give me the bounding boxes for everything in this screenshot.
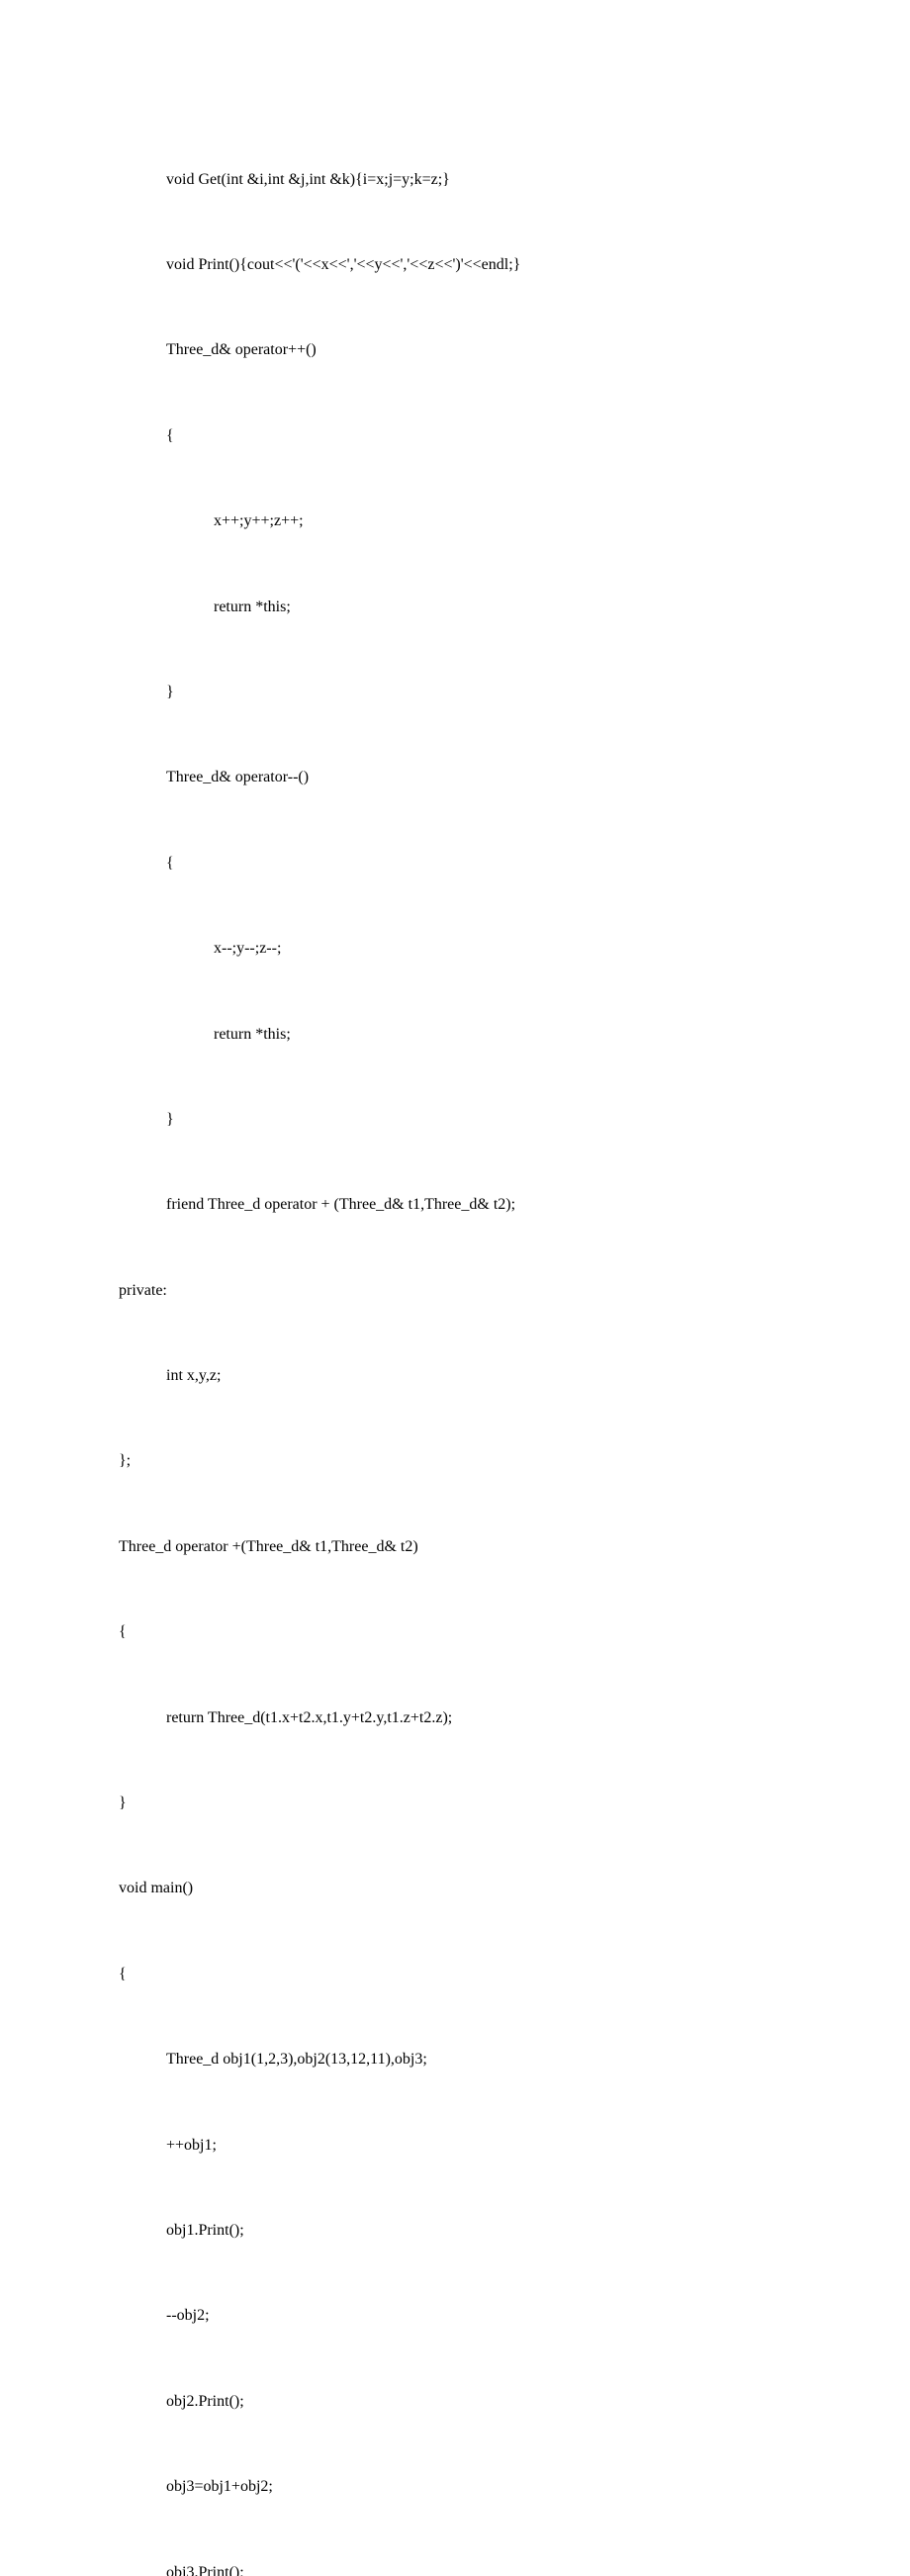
code-line: obj3=obj1+obj2;	[119, 2473, 791, 2502]
code-line: {	[119, 850, 791, 878]
code-line: Three_d& operator--()	[119, 764, 791, 792]
code-line: x--;y--;z--;	[119, 935, 791, 964]
code-line: return Three_d(t1.x+t2.x,t1.y+t2.y,t1.z+…	[119, 1704, 791, 1733]
code-line: ++obj1;	[119, 2132, 791, 2161]
code-line: }	[119, 1106, 791, 1135]
document-page: void Get(int &i,int &j,int &k){i=x;j=y;k…	[0, 0, 910, 2576]
code-line: Three_d obj1(1,2,3),obj2(13,12,11),obj3;	[119, 2046, 791, 2074]
code-line: }	[119, 1790, 791, 1818]
code-line: friend Three_d operator + (Three_d& t1,T…	[119, 1191, 791, 1220]
code-line: obj1.Print();	[119, 2217, 791, 2246]
code-line: void Get(int &i,int &j,int &k){i=x;j=y;k…	[119, 166, 791, 195]
code-line: return *this;	[119, 594, 791, 622]
code-line: return *this;	[119, 1021, 791, 1050]
code-line: int x,y,z;	[119, 1362, 791, 1391]
code-line: obj3.Print();	[119, 2559, 791, 2576]
code-line: };	[119, 1447, 791, 1476]
code-line: Three_d& operator++()	[119, 336, 791, 365]
code-line: obj2.Print();	[119, 2388, 791, 2417]
code-line: void Print(){cout<<'('<<x<<','<<y<<','<<…	[119, 251, 791, 280]
code-line: Three_d operator +(Three_d& t1,Three_d& …	[119, 1533, 791, 1562]
code-block-1: void Get(int &i,int &j,int &k){i=x;j=y;k…	[119, 109, 791, 2576]
code-line: {	[119, 1618, 791, 1647]
code-line: x++;y++;z++;	[119, 507, 791, 536]
code-line: --obj2;	[119, 2302, 791, 2331]
code-line: private:	[119, 1277, 791, 1306]
code-line: }	[119, 679, 791, 707]
code-line: void main()	[119, 1875, 791, 1903]
code-line: {	[119, 1961, 791, 1989]
code-line: {	[119, 422, 791, 451]
